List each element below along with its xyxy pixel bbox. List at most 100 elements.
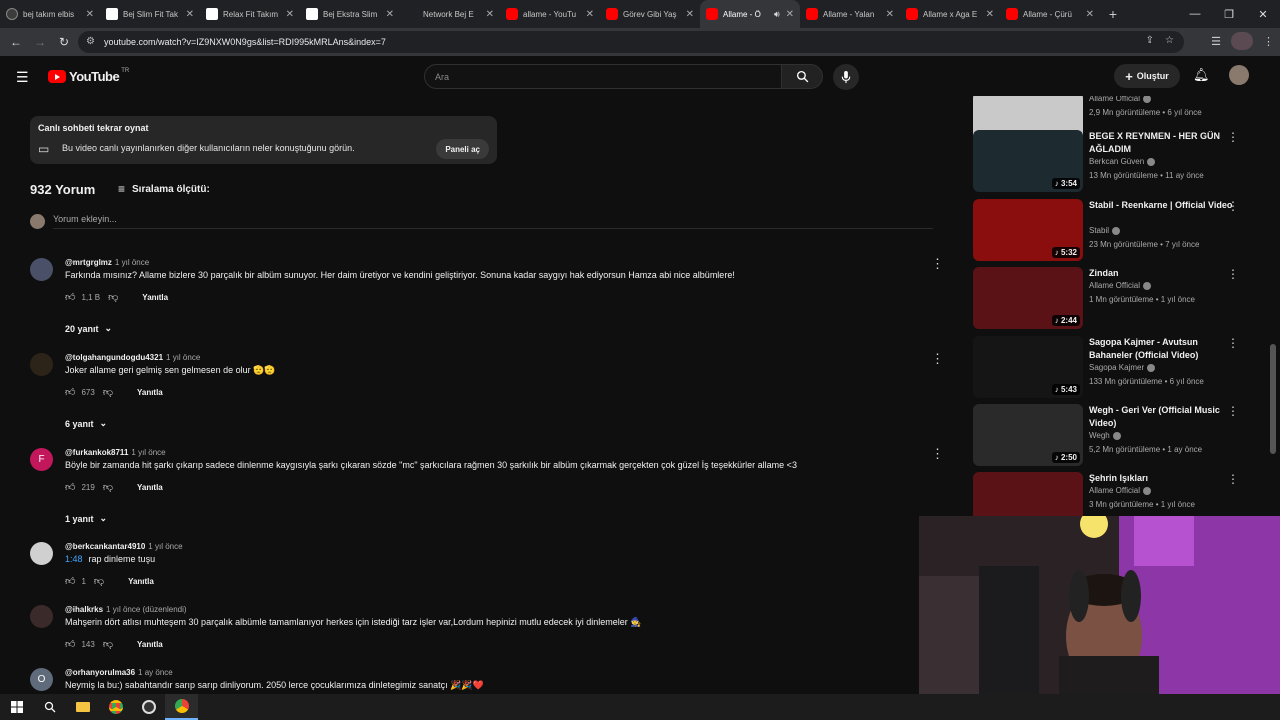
browser-tab[interactable]: Bej Ekstra Slim ✕: [300, 0, 400, 28]
comment-menu-icon[interactable]: ⋮: [931, 446, 944, 462]
comment-timestamp-link[interactable]: 1:48: [65, 554, 83, 564]
related-video-item[interactable]: Şehrin Işıkları Allame Official 3 Mn görün…: [973, 472, 1263, 516]
commenter-avatar[interactable]: [30, 605, 53, 628]
tab-close-icon[interactable]: ✕: [986, 9, 994, 20]
comment-time[interactable]: 1 yıl önce (düzenlendi): [106, 605, 187, 614]
video-title[interactable]: Sagopa Kajmer - Avutsun Bahaneler (Offic…: [1089, 336, 1239, 362]
tab-close-icon[interactable]: ✕: [786, 9, 794, 20]
reply-button[interactable]: Yanıtla: [142, 293, 168, 302]
reply-button[interactable]: Yanıtla: [137, 483, 163, 492]
comment-author[interactable]: @tolgahangundogdu4321: [65, 353, 163, 362]
comment-time[interactable]: 1 yıl önce: [131, 448, 165, 457]
menu-icon[interactable]: ☰: [16, 69, 29, 86]
back-icon[interactable]: ←: [4, 35, 28, 49]
forward-icon[interactable]: →: [28, 35, 52, 49]
page-scrollbar[interactable]: [1270, 344, 1276, 454]
notifications-bell-icon[interactable]: 🔔︎: [1193, 67, 1210, 83]
chrome-active-icon[interactable]: [165, 694, 198, 720]
video-title[interactable]: Şehrin Işıkları: [1089, 472, 1239, 485]
search-button[interactable]: [781, 64, 823, 89]
video-channel[interactable]: Stabil: [1089, 226, 1121, 235]
video-title[interactable]: Stabil - Reenkarne | Official Video: [1089, 199, 1239, 212]
reply-button[interactable]: Yanıtla: [137, 388, 163, 397]
video-channel[interactable]: Allame Official: [1089, 281, 1151, 290]
tab-close-icon[interactable]: ✕: [86, 9, 94, 20]
thumbs-down-icon[interactable]: 👎︎: [103, 638, 113, 650]
commenter-avatar[interactable]: [30, 258, 53, 281]
comment-menu-icon[interactable]: ⋮: [931, 351, 944, 367]
thumbs-down-icon[interactable]: 👎︎: [94, 575, 104, 587]
video-thumbnail[interactable]: ♪ 5:32: [973, 199, 1083, 261]
commenter-avatar[interactable]: [30, 542, 53, 565]
create-button[interactable]: + Oluştur: [1114, 64, 1180, 88]
related-video-item[interactable]: ♪ 2:50 Wegh - Geri Ver (Official Music Vi…: [973, 404, 1263, 468]
account-avatar[interactable]: [1229, 65, 1249, 85]
browser-tab[interactable]: Network Bej E ✕: [400, 0, 500, 28]
sort-button[interactable]: ≡ Sıralama ölçütü:: [118, 182, 210, 196]
video-channel[interactable]: Allame Official: [1089, 96, 1151, 103]
extensions-icon[interactable]: ☰: [1211, 35, 1221, 48]
tab-close-icon[interactable]: ✕: [686, 9, 694, 20]
site-info-icon[interactable]: ⚙: [86, 36, 95, 47]
video-channel[interactable]: Wegh: [1089, 431, 1121, 440]
video-menu-icon[interactable]: ⋮: [1227, 404, 1239, 418]
thumbs-down-icon[interactable]: 👎︎: [103, 386, 113, 398]
browser-tab[interactable]: Allame x Aga E ✕: [900, 0, 1000, 28]
view-replies-button[interactable]: 20 yanıt ⌄: [65, 323, 112, 334]
thumbs-up-icon[interactable]: 👍︎: [65, 575, 75, 587]
comment-author[interactable]: @furkankok8711: [65, 448, 128, 457]
thumbs-up-icon[interactable]: 👍︎: [65, 291, 75, 303]
comment-time[interactable]: 1 yıl önce: [115, 258, 149, 267]
minimize-icon[interactable]: —: [1178, 8, 1212, 20]
comment-menu-icon[interactable]: ⋮: [931, 256, 944, 272]
new-tab-icon[interactable]: +: [1100, 0, 1126, 28]
video-thumbnail[interactable]: ♪ 2:50: [973, 404, 1083, 466]
voice-search-button[interactable]: [833, 64, 859, 90]
tab-close-icon[interactable]: ✕: [586, 9, 594, 20]
video-thumbnail[interactable]: ♪ 3:54: [973, 130, 1083, 192]
reply-button[interactable]: Yanıtla: [128, 577, 154, 586]
video-thumbnail[interactable]: ♪ 5:43: [973, 336, 1083, 398]
add-comment-input[interactable]: Yorum ekleyin...: [53, 214, 933, 229]
comment-author[interactable]: @berkcankantar4910: [65, 542, 145, 551]
url-field[interactable]: ⚙ youtube.com/watch?v=IZ9NXW0N9gs&list=R…: [78, 31, 1184, 53]
thumbs-up-icon[interactable]: 👍︎: [65, 638, 75, 650]
browser-tab[interactable]: bej takım elbis ✕: [0, 0, 100, 28]
browser-tab[interactable]: Allame - Ö 🔊︎ ✕: [700, 0, 800, 28]
file-explorer-icon[interactable]: [66, 694, 99, 720]
reply-button[interactable]: Yanıtla: [137, 640, 163, 649]
commenter-avatar[interactable]: F: [30, 448, 53, 471]
video-menu-icon[interactable]: ⋮: [1227, 336, 1239, 350]
commenter-avatar[interactable]: [30, 353, 53, 376]
maximize-icon[interactable]: ❐: [1212, 8, 1246, 21]
chrome-icon[interactable]: [99, 694, 132, 720]
close-icon[interactable]: ✕: [1246, 8, 1280, 21]
thumbs-up-icon[interactable]: 👍︎: [65, 386, 75, 398]
view-replies-button[interactable]: 6 yanıt ⌄: [65, 418, 107, 429]
tab-close-icon[interactable]: ✕: [886, 9, 894, 20]
related-video-item[interactable]: ♪ 2:44 Zindan Allame Official 1 Mn görüntül…: [973, 267, 1263, 331]
windows-start-icon[interactable]: [0, 694, 33, 720]
related-video-item[interactable]: ♪ 5:32 Stabil - Reenkarne | Official Vide…: [973, 199, 1263, 263]
browser-tab[interactable]: Görev Gibi Yaş ✕: [600, 0, 700, 28]
browser-menu-icon[interactable]: ⋮: [1263, 35, 1274, 48]
thumbs-down-icon[interactable]: 👎︎: [108, 291, 118, 303]
video-menu-icon[interactable]: ⋮: [1227, 472, 1239, 486]
search-taskbar-icon[interactable]: [33, 694, 66, 720]
video-menu-icon[interactable]: ⋮: [1227, 267, 1239, 281]
comment-author[interactable]: @orhanyorulma36: [65, 668, 135, 677]
related-video-item[interactable]: ♪ 3:54 BEGE X REYNMEN - HER GÜN AĞLADIM Be…: [973, 130, 1263, 194]
audio-playing-icon[interactable]: 🔊︎: [774, 9, 780, 20]
video-title[interactable]: BEGE X REYNMEN - HER GÜN AĞLADIM: [1089, 130, 1239, 156]
search-input[interactable]: Ara: [424, 64, 782, 89]
thumbs-down-icon[interactable]: 👎︎: [103, 481, 113, 493]
tab-close-icon[interactable]: ✕: [1086, 9, 1094, 20]
tab-close-icon[interactable]: ✕: [286, 9, 294, 20]
open-panel-button[interactable]: Paneli aç: [436, 139, 489, 159]
comment-time[interactable]: 1 yıl önce: [166, 353, 200, 362]
video-channel[interactable]: Sagopa Kajmer: [1089, 363, 1156, 372]
video-title[interactable]: Wegh - Geri Ver (Official Music Video): [1089, 404, 1239, 430]
reload-icon[interactable]: ↻: [52, 35, 76, 49]
video-thumbnail[interactable]: [973, 472, 1083, 516]
video-title[interactable]: Zindan: [1089, 267, 1239, 280]
